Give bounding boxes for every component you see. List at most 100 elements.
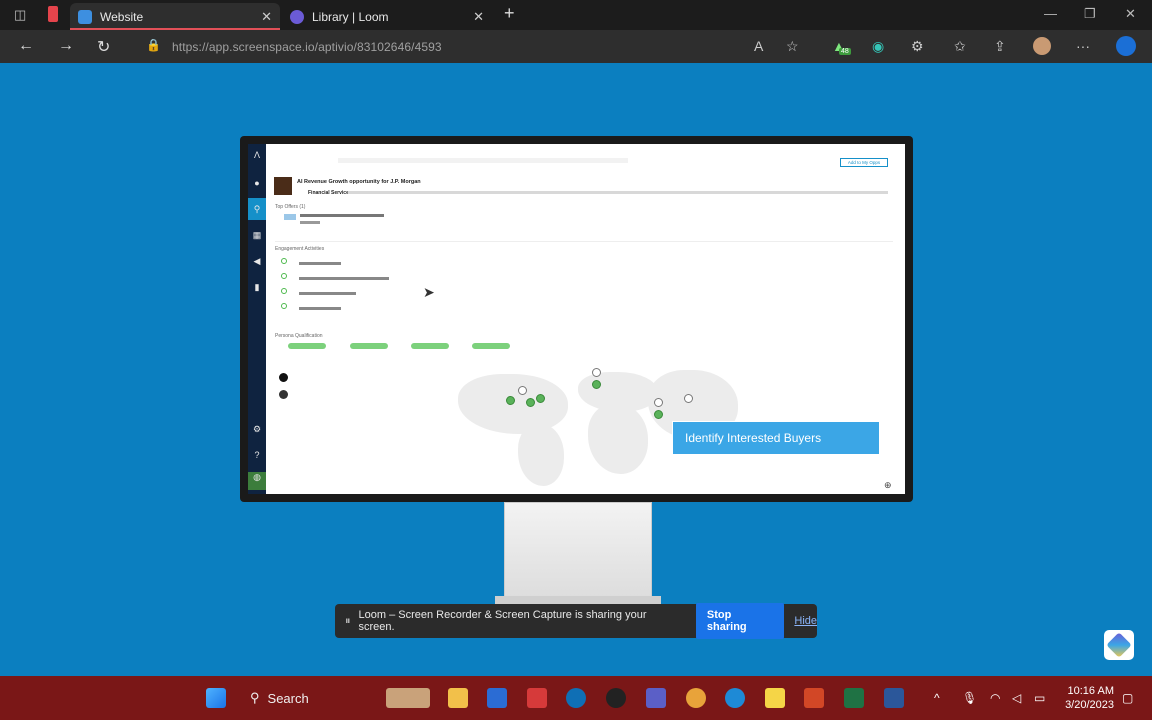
contact-pin[interactable]	[592, 368, 601, 377]
chrome-icon[interactable]	[686, 688, 706, 708]
activity-item[interactable]	[299, 292, 356, 295]
contact-pin[interactable]	[536, 394, 545, 403]
taskbar: ⚲ Search ^ 🎙 ◠ ◁ ▭ 10:16 AM 3/20/2023 ▢	[0, 676, 1152, 720]
sticky-notes-icon[interactable]	[765, 688, 785, 708]
wifi-icon[interactable]: ◠	[990, 691, 1000, 705]
close-icon[interactable]: ✕	[473, 9, 484, 25]
monitor-stand	[504, 502, 652, 602]
lock-icon: 🔒	[146, 38, 161, 52]
back-icon[interactable]: ←	[18, 37, 34, 55]
contact-pin[interactable]	[654, 410, 663, 419]
globe-icon[interactable]	[279, 390, 288, 399]
add-to-opps-button[interactable]: Add to My Opps	[840, 158, 888, 167]
user-avatar-icon[interactable]: ◍	[248, 472, 266, 490]
app-search-bar[interactable]	[338, 158, 628, 163]
opportunity-title: AI Revenue Growth opportunity for J.P. M…	[297, 179, 421, 185]
cortana-icon[interactable]	[566, 688, 586, 708]
store-icon[interactable]	[487, 688, 507, 708]
excel-icon[interactable]	[844, 688, 864, 708]
contact-pin[interactable]	[518, 386, 527, 395]
layers-icon	[1106, 632, 1132, 658]
microphone-icon[interactable]: 🎙	[962, 691, 977, 705]
contact-pin[interactable]	[526, 398, 535, 407]
new-tab-icon[interactable]: +	[504, 3, 515, 24]
pinned-tab-icon[interactable]	[48, 6, 58, 22]
clock[interactable]: 10:16 AM 3/20/2023	[1062, 684, 1114, 712]
contact-pin[interactable]	[654, 398, 663, 407]
grammar-extension-icon[interactable]: ◉	[872, 38, 884, 55]
search-icon[interactable]: ⚲	[248, 198, 266, 220]
tab-library-loom[interactable]: Library | Loom ✕	[282, 3, 492, 30]
forward-icon[interactable]: →	[58, 37, 74, 55]
share-icon[interactable]: ⇪	[994, 38, 1006, 55]
tab-actions-icon[interactable]: ◫	[14, 7, 26, 23]
battery-icon[interactable]: ▭	[1034, 691, 1045, 705]
activity-item[interactable]	[299, 277, 389, 280]
refresh-icon[interactable]: ↻	[97, 37, 110, 57]
favorite-star-icon[interactable]: ☆	[786, 38, 799, 55]
logo-icon[interactable]: Λ	[248, 150, 266, 160]
offer-link[interactable]	[300, 214, 384, 217]
activity-item[interactable]	[299, 262, 341, 265]
callout-label: Identify Interested Buyers	[685, 431, 822, 445]
mouse-cursor-icon: ➤	[423, 284, 435, 300]
chart-icon[interactable]: ▮	[248, 282, 266, 293]
word-icon[interactable]	[884, 688, 904, 708]
persona-tag[interactable]	[350, 343, 388, 349]
sharing-message: Loom – Screen Recorder & Screen Capture …	[358, 609, 647, 633]
more-icon[interactable]: ···	[1076, 38, 1090, 54]
read-aloud-icon[interactable]: A	[754, 38, 763, 54]
persona-tag[interactable]	[472, 343, 510, 349]
tab-bar: ◫ Website ✕ Library | Loom ✕ + — ❐ ✕	[0, 0, 1152, 30]
url-text: https://app.screenspace.io/aptivio/83102…	[172, 39, 442, 54]
minimize-icon[interactable]: —	[1044, 6, 1057, 21]
persona-tag[interactable]	[411, 343, 449, 349]
info-icon[interactable]	[279, 373, 288, 382]
top-offers-heading: Top Offers (1)	[275, 204, 306, 210]
settings-icon[interactable]: ⚙	[248, 424, 266, 435]
loom-floating-button[interactable]	[1104, 630, 1134, 660]
teams-icon[interactable]	[646, 688, 666, 708]
volume-icon[interactable]: ◁	[1012, 691, 1021, 705]
locate-icon[interactable]: ⊕	[884, 480, 892, 491]
close-icon[interactable]: ✕	[261, 9, 272, 25]
bell-icon[interactable]: ●	[248, 178, 266, 188]
engagement-heading: Engagement Activities	[275, 246, 325, 252]
extension-badge: 48	[839, 48, 851, 55]
dell-icon[interactable]	[606, 688, 626, 708]
stop-sharing-button[interactable]: Stop sharing	[695, 603, 785, 639]
bing-chat-icon[interactable]	[1116, 36, 1136, 56]
contact-pin[interactable]	[592, 380, 601, 389]
powerpoint-icon[interactable]	[804, 688, 824, 708]
search-icon: ⚲	[250, 690, 260, 705]
favorites-icon[interactable]: ✩	[954, 38, 966, 55]
help-icon[interactable]: ?	[248, 450, 266, 460]
avatar[interactable]	[1033, 37, 1051, 55]
file-explorer-icon[interactable]	[448, 688, 468, 708]
edge-icon[interactable]	[725, 688, 745, 708]
activity-item[interactable]	[299, 307, 341, 310]
extensions-icon[interactable]: ⚙	[911, 38, 924, 55]
dashboard-icon[interactable]: ▦	[248, 230, 266, 241]
drag-handle-icon[interactable]: ⏸	[345, 615, 351, 628]
africa-shape	[588, 404, 648, 474]
persona-tag[interactable]	[288, 343, 326, 349]
megaphone-icon[interactable]: ◀	[248, 256, 266, 267]
persona-heading: Persona Qualification	[275, 333, 323, 339]
contact-pin[interactable]	[506, 396, 515, 405]
notification-icon[interactable]: ▢	[1122, 691, 1133, 705]
app-sidebar: Λ ● ⚲ ▦ ◀ ▮ ⚙ ? ◍	[248, 144, 266, 494]
hide-button[interactable]: Hide	[794, 615, 817, 627]
search-highlight-icon	[386, 688, 430, 708]
url-field[interactable]: 🔒 https://app.screenspace.io/aptivio/831…	[136, 34, 816, 59]
search-label: Search	[267, 690, 309, 706]
tab-website[interactable]: Website ✕	[70, 3, 280, 30]
chevron-up-icon[interactable]: ^	[934, 691, 940, 705]
windows-start-icon[interactable]	[206, 688, 226, 708]
mcafee-icon[interactable]	[527, 688, 547, 708]
company-description	[348, 191, 888, 194]
close-window-icon[interactable]: ✕	[1125, 6, 1136, 22]
layers-icon	[78, 9, 92, 24]
restore-icon[interactable]: ❐	[1084, 6, 1096, 22]
contact-pin[interactable]	[684, 394, 693, 403]
